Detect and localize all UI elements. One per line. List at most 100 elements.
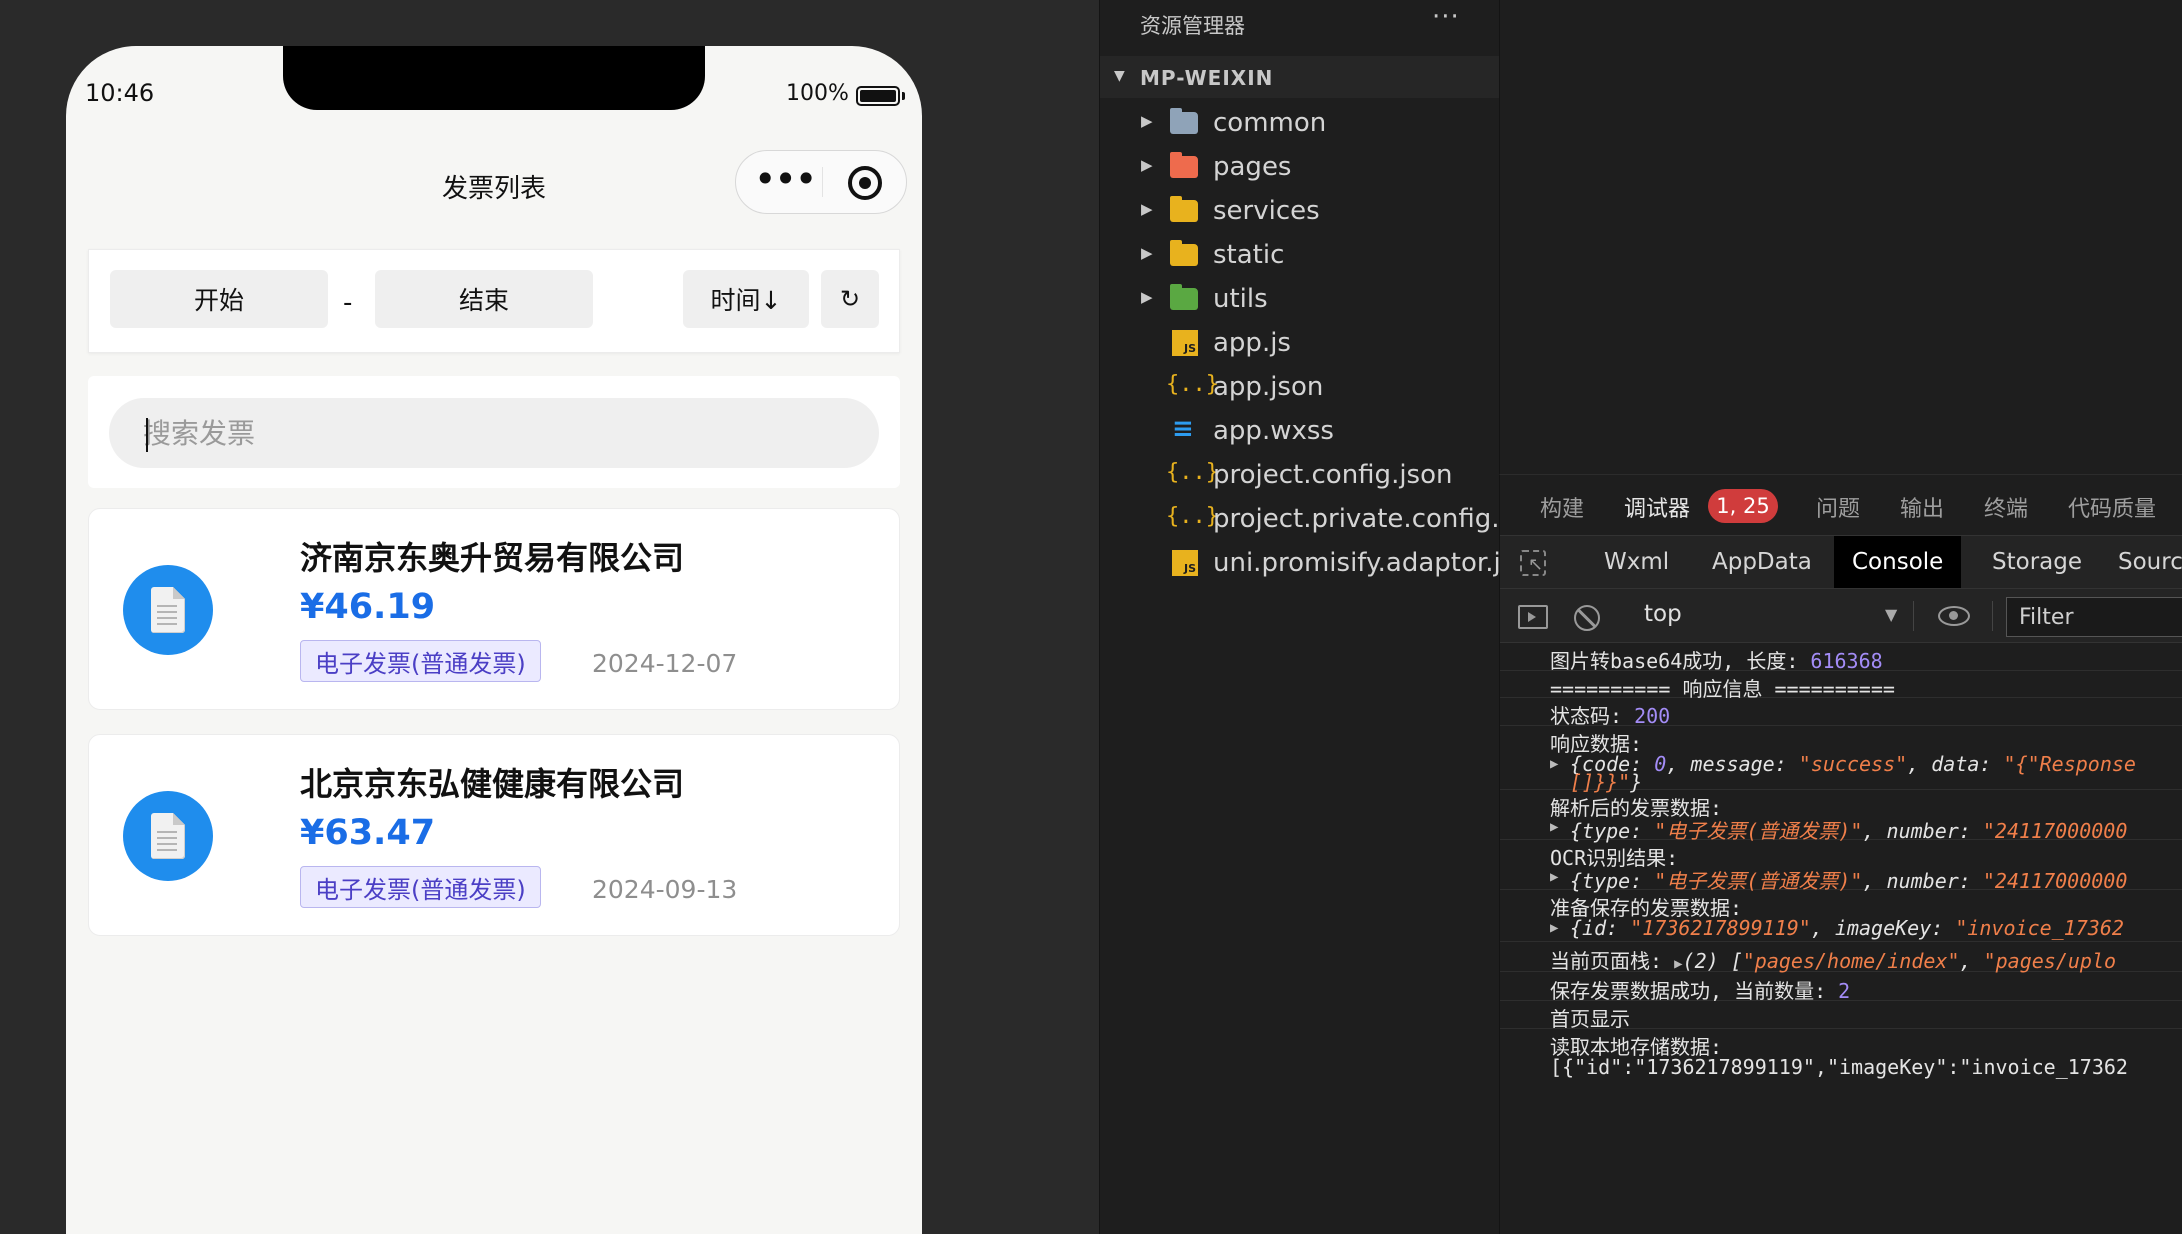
text-caret [146,418,148,452]
tree-item-label: services [1213,196,1320,226]
bottom-panel-tabs: 构建 调试器 1, 25 问题 输出 终端 代码质量 [1500,475,2182,525]
tree-file-app-json[interactable]: {..} app.json [1100,366,1500,408]
folder-icon [1170,108,1198,134]
invoice-document-icon [123,791,213,881]
invoice-card[interactable]: 济南京东奥升贸易有限公司 ¥46.19 电子发票(普通发票) 2024-12-0… [88,508,900,710]
tree-item-label: app.js [1213,328,1291,358]
battery-icon [856,86,900,106]
phone-notch [283,46,705,110]
tree-item-label: pages [1213,152,1292,182]
console-log-line: ========== 响应信息 ========== [1500,671,2182,701]
inspect-element-icon[interactable] [1520,550,1546,576]
clear-console-icon[interactable] [1574,605,1600,631]
tab-code-quality[interactable]: 代码质量 [2068,491,2156,523]
battery-percent: 100% [786,81,849,106]
eye-icon[interactable] [1938,606,1970,626]
chevron-right-icon: ▶ [1141,156,1153,174]
expand-triangle-icon[interactable]: ▶ [1550,819,1558,835]
console-log-line: 状态码: 200 [1500,698,2182,728]
log-object[interactable]: {code: 0, message: "success", data: "{"R… [1570,752,2136,776]
tree-file-app-wxss[interactable]: ≡ app.wxss [1100,410,1500,452]
js-file-icon: JS [1172,550,1198,576]
log-text: 状态码: [1550,704,1635,728]
end-date-button[interactable]: 结束 [375,270,593,328]
tree-folder-static[interactable]: ▶ static [1100,234,1500,276]
tab-problems[interactable]: 问题 [1816,491,1860,523]
close-miniprogram-icon[interactable] [848,166,882,200]
search-input[interactable] [109,398,879,468]
editor-area [1499,0,2182,474]
start-date-button[interactable]: 开始 [110,270,328,328]
expand-triangle-icon[interactable]: ▶ [1674,956,1682,972]
simulator-area: 10:46 100% 发票列表 ••• 开始 - 结束 时间↓ ↻ 济南京东奥升… [0,0,1099,1234]
filter-bar: 开始 - 结束 时间↓ ↻ [88,249,900,353]
console-output: 图片转base64成功, 长度: 616368 ========== 响应信息 … [1500,643,2182,1234]
log-number: 2 [1838,979,1851,1003]
console-filter-input[interactable] [2006,597,2182,637]
error-warning-badge: 1, 25 [1708,489,1778,523]
console-log-line: OCR识别结果: ▶ {type: "电子发票(普通发票)", number: … [1500,840,2182,893]
tree-item-label: app.json [1213,372,1324,402]
invoice-company: 济南京东奥升贸易有限公司 [300,539,685,577]
tree-folder-common[interactable]: ▶ common [1100,102,1500,144]
tab-appdata[interactable]: AppData [1694,536,1830,588]
folder-icon [1170,284,1198,310]
date-range-dash: - [343,288,353,318]
explorer-title: 资源管理器 [1140,14,1245,38]
more-icon[interactable]: ••• [754,160,817,201]
miniprogram-capsule: ••• [735,150,907,214]
tab-storage[interactable]: Storage [1974,536,2100,588]
debugger-panel: 构建 调试器 1, 25 问题 输出 终端 代码质量 Wxml AppData … [1499,474,2182,1234]
log-text: 图片转base64成功, 长度: [1550,649,1811,673]
tree-file-project-config[interactable]: {..} project.config.json [1100,454,1500,496]
tab-debugger[interactable]: 调试器 [1624,491,1690,523]
expand-triangle-icon[interactable]: ▶ [1550,920,1558,936]
invoice-document-icon [123,565,213,655]
log-object[interactable]: {id: "1736217899119", imageKey: "invoice… [1570,916,2124,940]
tab-console[interactable]: Console [1834,536,1962,588]
invoice-card[interactable]: 北京京东弘健健康有限公司 ¥63.47 电子发票(普通发票) 2024-09-1… [88,734,900,936]
more-actions-icon[interactable]: ··· [1432,2,1460,32]
console-log-line: 解析后的发票数据: ▶ {type: "电子发票(普通发票)", number:… [1500,790,2182,843]
tree-item-label: project.config.json [1213,460,1453,490]
folder-icon [1170,152,1198,178]
tree-folder-utils[interactable]: ▶ utils [1100,278,1500,320]
folder-icon [1170,196,1198,222]
invoice-amount: ¥46.19 [300,587,436,627]
reset-icon[interactable]: ↻ [821,270,879,328]
log-text: [{"id":"1736217899119","imageKey":"invoi… [1550,1055,2128,1079]
log-text: 保存发票数据成功, 当前数量: [1550,979,1839,1003]
tree-folder-pages[interactable]: ▶ pages [1100,146,1500,188]
tab-output[interactable]: 输出 [1900,491,1944,523]
log-text: 当前页面栈: [1550,949,1675,973]
sort-time-button[interactable]: 时间↓ [683,270,809,328]
js-file-icon: JS [1172,330,1198,356]
sidebar-toggle-icon[interactable] [1518,605,1548,629]
tab-terminal[interactable]: 终端 [1984,491,2028,523]
tree-file-uni-promisify[interactable]: JS uni.promisify.adaptor.js [1100,542,1514,584]
tab-wxml[interactable]: Wxml [1586,536,1687,588]
console-log-line: 首页显示 [1500,1001,2182,1031]
tree-item-label: app.wxss [1213,416,1334,446]
chevron-down-icon: ▼ [1114,68,1125,84]
invoice-type-badge: 电子发票(普通发票) [300,866,541,908]
console-log-line: 保存发票数据成功, 当前数量: 2 [1500,972,2182,1003]
project-root[interactable]: ▼ MP-WEIXIN [1100,56,1500,98]
expand-triangle-icon[interactable]: ▶ [1550,869,1558,885]
chevron-right-icon: ▶ [1141,288,1153,306]
tree-item-label: static [1213,240,1285,270]
tree-folder-services[interactable]: ▶ services [1100,190,1500,232]
expand-triangle-icon[interactable]: ▶ [1550,756,1558,772]
invoice-date: 2024-12-07 [592,649,738,678]
chevron-right-icon: ▶ [1141,200,1153,218]
devtools-tabs: Wxml AppData Console Storage Sourc [1500,535,2182,589]
tree-file-app-js[interactable]: JS app.js [1100,322,1500,364]
tab-build[interactable]: 构建 [1540,491,1584,523]
battery-cap [902,92,905,100]
tree-file-project-private-config[interactable]: {..} project.private.config... [1100,498,1516,540]
console-log-line: 响应数据: ▶ {code: 0, message: "success", da… [1500,726,2182,794]
search-card [88,376,900,488]
dropdown-caret-icon: ▼ [1885,605,1898,624]
tab-sources[interactable]: Sourc [2100,536,2182,588]
context-select[interactable]: top [1618,597,1900,635]
